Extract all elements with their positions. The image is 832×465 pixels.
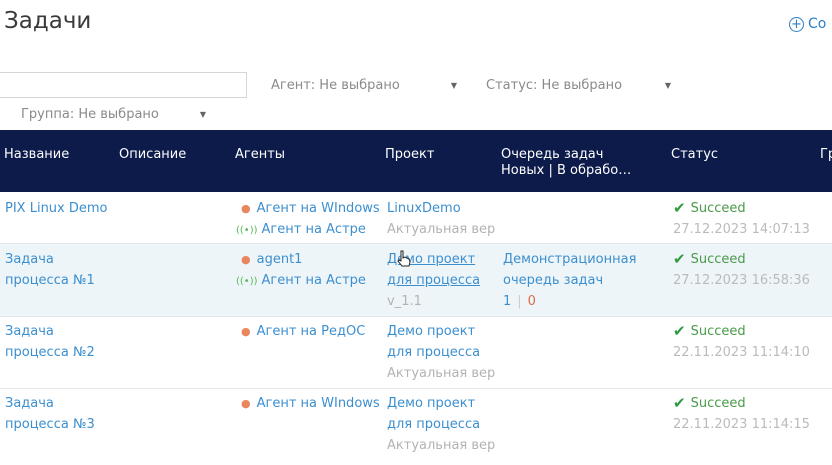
- status-timestamp: 27.12.2023 16:58:36: [673, 273, 810, 288]
- signal-icon: ((•)): [236, 276, 258, 287]
- project-version: Актуальная вер: [387, 366, 496, 381]
- check-icon: ✔: [673, 322, 686, 340]
- status-badge: ✔ Succeed: [673, 250, 746, 268]
- dot-icon: ●: [241, 397, 251, 410]
- create-button[interactable]: + Со: [789, 16, 826, 32]
- agent-item[interactable]: ((•)) Агент на Астре: [236, 270, 366, 292]
- task-name-link[interactable]: PIX Linux Demo: [5, 198, 108, 219]
- agent-item[interactable]: ● Агент на WIndows: [241, 198, 380, 219]
- agent-item[interactable]: ● agent1: [241, 249, 302, 270]
- check-icon: ✔: [673, 250, 686, 268]
- group-filter-dropdown[interactable]: Группа: Не выбрано ▼: [21, 107, 206, 122]
- caret-down-icon: ▼: [450, 81, 457, 90]
- agent-item[interactable]: ((•)) Агент на Астре: [236, 219, 366, 241]
- status-timestamp: 22.11.2023 11:14:15: [673, 417, 810, 432]
- project-version: v_1.1: [387, 294, 422, 309]
- status-filter-dropdown[interactable]: Статус: Не выбрано ▼: [486, 78, 671, 93]
- column-header-agents[interactable]: Агенты: [235, 147, 285, 163]
- status-badge: ✔ Succeed: [673, 322, 746, 340]
- plus-circle-icon: +: [789, 16, 804, 32]
- search-field[interactable]: [0, 72, 247, 98]
- check-icon: ✔: [673, 394, 686, 412]
- status-timestamp: 27.12.2023 14:07:13: [673, 222, 810, 237]
- agent-filter-label: Агент: Не выбрано: [271, 78, 400, 93]
- column-header-queue[interactable]: Очередь задач Новых | В обрабо…: [501, 147, 651, 179]
- column-header-project[interactable]: Проект: [385, 147, 434, 163]
- create-button-label: Со: [808, 16, 827, 32]
- task-name-link[interactable]: Задача процесса №3: [5, 393, 95, 435]
- task-name-link[interactable]: Задача процесса №1: [5, 249, 95, 291]
- column-header-description[interactable]: Описание: [119, 147, 186, 163]
- project-link[interactable]: LinuxDemo: [387, 198, 461, 219]
- column-header-status[interactable]: Статус: [671, 147, 718, 163]
- column-header-name[interactable]: Название: [4, 147, 69, 163]
- queue-counts: 1 | 0: [503, 294, 536, 309]
- project-link[interactable]: Демо проект для процесса: [387, 321, 480, 363]
- page-title: Задачи: [4, 8, 92, 34]
- queue-header-line2: Новых | В обрабо…: [501, 163, 632, 178]
- dot-icon: ●: [241, 202, 251, 215]
- project-link[interactable]: Демо проект для процесса: [387, 393, 480, 435]
- column-header-group[interactable]: Гр: [820, 147, 832, 163]
- queue-new-count: 1: [503, 294, 512, 309]
- check-icon: ✔: [673, 199, 686, 217]
- hand-pointer-icon: [397, 250, 411, 272]
- table-header: Название Описание Агенты Проект Очередь …: [0, 130, 832, 192]
- caret-down-icon: ▼: [664, 81, 671, 90]
- table-row[interactable]: Задача процесса №2 ● Агент на РедОС Демо …: [0, 317, 832, 389]
- status-timestamp: 22.11.2023 11:14:10: [673, 345, 810, 360]
- status-filter-label: Статус: Не выбрано: [486, 78, 623, 93]
- search-input[interactable]: [0, 73, 246, 97]
- dot-icon: ●: [241, 253, 251, 266]
- table-row[interactable]: Задача процесса №3 ● Агент на WIndows Дем…: [0, 389, 832, 465]
- table-row[interactable]: Задача процесса №1 ● agent1 ((•)) Агент на…: [0, 244, 832, 317]
- agent-filter-dropdown[interactable]: Агент: Не выбрано ▼: [271, 78, 457, 93]
- agent-item[interactable]: ● Агент на WIndows: [241, 393, 380, 414]
- signal-icon: ((•)): [236, 225, 258, 236]
- queue-link[interactable]: Демонстрационная очередь задач: [503, 249, 636, 291]
- task-name-link[interactable]: Задача процесса №2: [5, 321, 95, 363]
- project-version: Актуальная вер: [387, 438, 496, 453]
- table-row[interactable]: PIX Linux Demo ● Агент на WIndows ((•)) Аг…: [0, 192, 832, 244]
- agent-item[interactable]: ● Агент на РедОС: [241, 321, 365, 342]
- status-badge: ✔ Succeed: [673, 394, 746, 412]
- group-filter-label: Группа: Не выбрано: [21, 107, 159, 122]
- caret-down-icon: ▼: [199, 110, 206, 119]
- status-badge: ✔ Succeed: [673, 199, 746, 217]
- project-version: Актуальная вер: [387, 222, 496, 237]
- dot-icon: ●: [241, 325, 251, 338]
- queue-header-line1: Очередь задач: [501, 147, 604, 162]
- queue-processing-count: 0: [527, 294, 536, 309]
